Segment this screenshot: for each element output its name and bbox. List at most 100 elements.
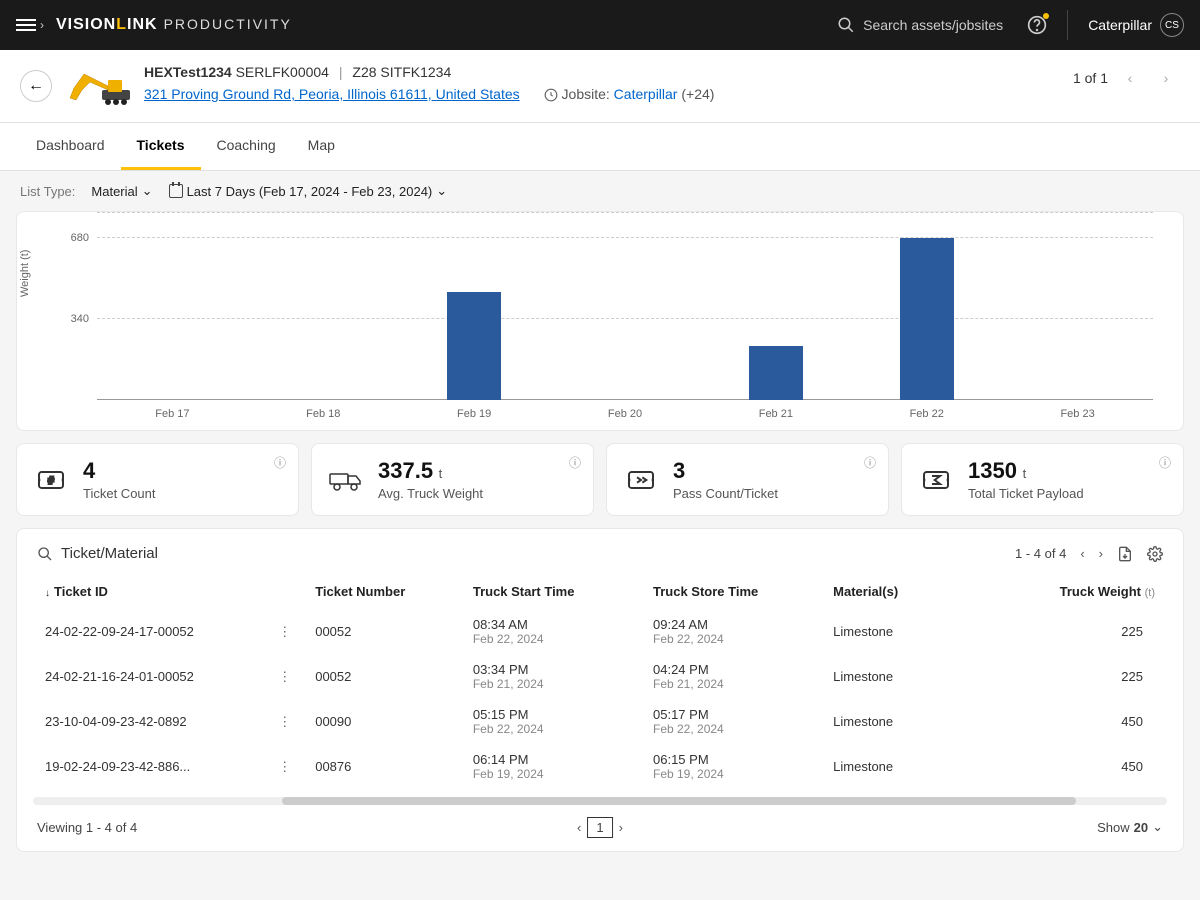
horizontal-scrollbar[interactable] <box>33 797 1167 805</box>
kpi-card: ⓘ3Pass Count/Ticket <box>606 443 889 516</box>
ticket-icon: # <box>33 462 69 498</box>
back-button[interactable]: ← <box>20 70 52 102</box>
kpi-label: Total Ticket Payload <box>968 486 1084 501</box>
brand-accent: L <box>116 16 127 34</box>
menu-icon[interactable] <box>16 19 36 31</box>
brand-logo: VISIONLINK PRODUCTIVITY <box>56 16 292 34</box>
cell-weight: 450 <box>1005 699 1163 744</box>
jobsite-block: Jobsite: Caterpillar (+24) <box>544 86 715 102</box>
row-menu-icon[interactable]: ⋮ <box>262 654 307 699</box>
cell-ticket-number: 00052 <box>307 609 465 654</box>
filter-bar: List Type: Material ⌄ Last 7 Days (Feb 1… <box>0 171 1200 211</box>
kpi-value: 4 <box>83 458 156 484</box>
col-ticket-id[interactable]: ↓Ticket ID <box>37 574 262 609</box>
chevron-down-icon: ⌄ <box>1152 819 1163 835</box>
cell-ticket-number: 00876 <box>307 744 465 789</box>
jobsite-label: Jobsite: <box>562 86 610 102</box>
svg-text:#: # <box>48 475 54 487</box>
tab-bar: Dashboard Tickets Coaching Map <box>0 123 1200 171</box>
brand-main: VISION <box>56 16 116 34</box>
row-menu-icon[interactable]: ⋮ <box>262 699 307 744</box>
kpi-card: ⓘ1350 tTotal Ticket Payload <box>901 443 1184 516</box>
date-range-dropdown[interactable]: Last 7 Days (Feb 17, 2024 - Feb 23, 2024… <box>169 183 448 199</box>
tickets-table-card: Ticket/Material 1 - 4 of 4 ‹ › ↓Ticket I… <box>16 528 1184 852</box>
cell-ticket-id: 24-02-22-09-24-17-00052 <box>37 609 262 654</box>
col-ticket-number[interactable]: Ticket Number <box>307 574 465 609</box>
table-viewing: Viewing 1 - 4 of 4 <box>37 820 137 835</box>
jobsite-link[interactable]: Caterpillar <box>614 86 678 102</box>
table-row[interactable]: 19-02-24-09-23-42-886...⋮0087606:14 PMFe… <box>37 744 1163 789</box>
list-type-value: Material <box>91 184 137 199</box>
settings-icon[interactable] <box>1147 546 1163 562</box>
kpi-label: Ticket Count <box>83 486 156 501</box>
table-row[interactable]: 24-02-22-09-24-17-00052⋮0005208:34 AMFeb… <box>37 609 1163 654</box>
cell-start-time: 06:14 PMFeb 19, 2024 <box>465 744 645 789</box>
col-start-time[interactable]: Truck Start Time <box>465 574 645 609</box>
tickets-table: ↓Ticket IDTicket NumberTruck Start TimeT… <box>37 574 1163 789</box>
chart-bar[interactable] <box>447 292 501 400</box>
chart-bar[interactable] <box>749 346 803 400</box>
search-input[interactable]: Search assets/jobsites <box>837 16 1003 34</box>
page-next-button[interactable]: › <box>619 820 623 835</box>
user-name: Caterpillar <box>1088 17 1152 33</box>
table-row[interactable]: 24-02-21-16-24-01-00052⋮0005203:34 PMFeb… <box>37 654 1163 699</box>
cell-start-time: 08:34 AMFeb 22, 2024 <box>465 609 645 654</box>
chart-x-tick: Feb 22 <box>910 408 944 420</box>
cell-ticket-id: 23-10-04-09-23-42-0892 <box>37 699 262 744</box>
list-type-dropdown[interactable]: Material ⌄ <box>91 183 152 199</box>
cell-ticket-id: 24-02-21-16-24-01-00052 <box>37 654 262 699</box>
page-current[interactable]: 1 <box>587 817 612 838</box>
tab-tickets[interactable]: Tickets <box>121 123 201 170</box>
table-next-button[interactable]: › <box>1099 546 1103 561</box>
kpi-label: Avg. Truck Weight <box>378 486 483 501</box>
show-value: 20 <box>1134 820 1148 835</box>
tab-map[interactable]: Map <box>292 123 351 170</box>
cell-store-time: 04:24 PMFeb 21, 2024 <box>645 654 825 699</box>
asset-header: ← HEXTest1234 SERLFK00004 | Z28 SITFK123… <box>0 50 1200 123</box>
col-materials[interactable]: Material(s) <box>825 574 1005 609</box>
divider <box>1067 10 1068 40</box>
kpi-card: ⓘ #4 Ticket Count <box>16 443 299 516</box>
page-size-dropdown[interactable]: Show 20 ⌄ <box>1097 819 1163 835</box>
pager-next-button[interactable]: › <box>1152 64 1180 92</box>
help-icon[interactable] <box>1027 15 1047 35</box>
chart-y-tick: 340 <box>71 313 89 325</box>
table-range: 1 - 4 of 4 <box>1015 546 1066 561</box>
user-menu[interactable]: Caterpillar CS <box>1088 13 1184 37</box>
chart-bar[interactable] <box>900 238 954 400</box>
col-store-time[interactable]: Truck Store Time <box>645 574 825 609</box>
info-icon[interactable]: ⓘ <box>864 454 876 471</box>
search-icon <box>837 16 855 34</box>
page-prev-button[interactable]: ‹ <box>577 820 581 835</box>
chart-x-tick: Feb 17 <box>155 408 189 420</box>
weight-chart: Weight (t) 340680Feb 17Feb 18Feb 19Feb 2… <box>16 211 1184 431</box>
row-menu-icon[interactable]: ⋮ <box>262 609 307 654</box>
cell-material: Limestone <box>825 699 1005 744</box>
chevron-down-icon: ⌄ <box>436 183 447 199</box>
info-icon[interactable]: ⓘ <box>274 454 286 471</box>
info-icon[interactable]: ⓘ <box>569 454 581 471</box>
pager-prev-button[interactable]: ‹ <box>1116 64 1144 92</box>
kpi-value: 3 <box>673 458 778 484</box>
search-placeholder: Search assets/jobsites <box>863 17 1003 33</box>
table-pagination: ‹ 1 › <box>577 817 623 838</box>
row-menu-icon[interactable]: ⋮ <box>262 744 307 789</box>
asset-name: HEXTest1234 <box>144 64 232 80</box>
asset-serial: SERLFK00004 <box>236 64 329 80</box>
search-icon[interactable] <box>37 546 53 562</box>
chart-x-tick: Feb 21 <box>759 408 793 420</box>
cell-material: Limestone <box>825 609 1005 654</box>
export-icon[interactable] <box>1117 546 1133 562</box>
chart-x-tick: Feb 18 <box>306 408 340 420</box>
show-label: Show <box>1097 820 1130 835</box>
info-icon[interactable]: ⓘ <box>1159 454 1171 471</box>
asset-address-link[interactable]: 321 Proving Ground Rd, Peoria, Illinois … <box>144 86 520 102</box>
cell-weight: 225 <box>1005 609 1163 654</box>
table-row[interactable]: 23-10-04-09-23-42-0892⋮0009005:15 PMFeb … <box>37 699 1163 744</box>
chevron-down-icon: ⌄ <box>142 183 153 199</box>
tab-coaching[interactable]: Coaching <box>201 123 292 170</box>
col-weight[interactable]: Truck Weight (t) <box>1005 574 1163 609</box>
cell-material: Limestone <box>825 654 1005 699</box>
tab-dashboard[interactable]: Dashboard <box>20 123 121 170</box>
table-prev-button[interactable]: ‹ <box>1080 546 1084 561</box>
